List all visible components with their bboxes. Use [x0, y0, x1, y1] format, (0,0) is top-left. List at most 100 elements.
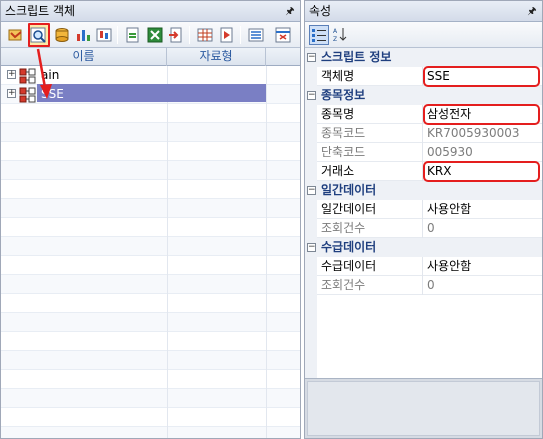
- highlight-box: [423, 104, 540, 125]
- collapse-icon[interactable]: −: [307, 91, 316, 100]
- tree-item-main[interactable]: + ain: [1, 66, 167, 85]
- property-divider: [422, 200, 423, 219]
- grid-row: [1, 427, 300, 438]
- grid-row: [1, 351, 300, 370]
- tree-item-sse[interactable]: + SSE: [1, 85, 267, 104]
- collapse-icon[interactable]: −: [307, 53, 316, 62]
- grid-row: [1, 389, 300, 408]
- grid-row: [1, 313, 300, 332]
- grid-row: [1, 275, 300, 294]
- highlight-box: [423, 161, 540, 182]
- property-supply-data[interactable]: 수급데이터 사용안함: [317, 257, 542, 276]
- table-icon[interactable]: [273, 25, 293, 45]
- script-object-panel-title: 스크립트 객체 🖈: [1, 1, 300, 22]
- property-name: 거래소: [321, 164, 355, 178]
- grid-row: [1, 104, 300, 123]
- grid-header: 이름 자료형: [1, 48, 300, 66]
- property-divider: [422, 143, 423, 162]
- column-divider: [266, 66, 267, 438]
- property-daily-query-count[interactable]: 조회건수 0: [317, 219, 542, 238]
- run-icon[interactable]: [217, 25, 237, 45]
- add-script-icon[interactable]: [123, 25, 143, 45]
- property-description-area: [305, 378, 542, 438]
- toolbar-separator: [189, 26, 190, 44]
- property-value: KR7005930003: [427, 126, 520, 140]
- grid-row: [1, 370, 300, 389]
- property-supply-query-count[interactable]: 조회건수 0: [317, 276, 542, 295]
- pin-icon[interactable]: 🖈: [284, 1, 296, 22]
- property-value[interactable]: 사용안함: [427, 200, 471, 219]
- script-tree-icon: [19, 68, 36, 84]
- grid-row: [1, 237, 300, 256]
- alphabetical-view-icon: A Z: [333, 28, 347, 43]
- category-label: 수급데이터: [321, 240, 377, 254]
- grid-row: [1, 180, 300, 199]
- collapse-icon[interactable]: −: [307, 243, 316, 252]
- column-header-type[interactable]: 자료형: [167, 48, 266, 66]
- category-daily-data[interactable]: − 일간데이터: [305, 181, 542, 200]
- property-name: 수급데이터: [321, 259, 377, 273]
- property-value: 005930: [427, 145, 473, 159]
- column-divider: [167, 66, 168, 438]
- pin-icon[interactable]: 🖈: [526, 1, 538, 22]
- svg-text:A: A: [333, 28, 338, 35]
- property-name: 조회건수: [321, 221, 366, 235]
- categorized-view-button[interactable]: [309, 25, 329, 45]
- open-icon[interactable]: [6, 25, 26, 45]
- properties-toolbar: A Z: [305, 22, 542, 48]
- grid-row: [1, 256, 300, 275]
- magnifier-icon: [30, 27, 46, 43]
- property-short-code[interactable]: 단축코드 005930: [317, 143, 542, 162]
- toolbar-separator: [117, 26, 118, 44]
- property-name: 조회건수: [321, 278, 366, 292]
- grid-row: [1, 294, 300, 313]
- category-label: 스크립트 정보: [321, 50, 392, 64]
- category-stock-info[interactable]: − 종목정보: [305, 86, 542, 105]
- property-value[interactable]: 사용안함: [427, 257, 471, 276]
- script-object-toolbar: [1, 22, 300, 48]
- property-name: 종목명: [321, 107, 355, 121]
- find-object-button[interactable]: [28, 23, 50, 47]
- property-daily-data[interactable]: 일간데이터 사용안함: [317, 200, 542, 219]
- column-header-empty: [266, 48, 300, 66]
- property-divider: [422, 257, 423, 276]
- property-divider: [422, 276, 423, 295]
- properties-panel: 속성 🖈 A Z − 스크립트 정보 객체명 SSE − 종목정보 종목명 삼성…: [304, 0, 543, 439]
- export-icon[interactable]: [166, 25, 186, 45]
- grid-row: [1, 142, 300, 161]
- property-name: 단축코드: [321, 145, 366, 159]
- highlight-box: [423, 66, 540, 87]
- chart-icon[interactable]: [73, 25, 93, 45]
- alphabetical-view-button[interactable]: A Z: [331, 25, 351, 45]
- grid-row: [1, 332, 300, 351]
- grid-icon[interactable]: [195, 25, 215, 45]
- property-divider: [422, 124, 423, 143]
- property-value: 0: [427, 278, 435, 292]
- tree-item-label: ain: [41, 68, 60, 82]
- category-label: 일간데이터: [321, 183, 377, 197]
- grid-row: [1, 218, 300, 237]
- grid-row: [1, 408, 300, 427]
- category-supply-data[interactable]: − 수급데이터: [305, 238, 542, 257]
- script-object-panel: 스크립트 객체 🖈 이름 자료형 + ain + SSE: [0, 0, 301, 439]
- property-stock-code[interactable]: 종목코드 KR7005930003: [317, 124, 542, 143]
- svg-text:Z: Z: [333, 36, 337, 42]
- column-header-name[interactable]: 이름: [1, 48, 167, 66]
- property-divider: [422, 219, 423, 238]
- category-script-info[interactable]: − 스크립트 정보: [305, 48, 542, 67]
- excel-icon[interactable]: [145, 25, 165, 45]
- candle-icon[interactable]: [94, 25, 114, 45]
- collapse-icon[interactable]: −: [307, 186, 316, 195]
- toolbar-separator: [240, 26, 241, 44]
- property-grid: − 스크립트 정보 객체명 SSE − 종목정보 종목명 삼성전자 종목코드 K…: [305, 48, 542, 378]
- expand-icon[interactable]: +: [7, 70, 16, 79]
- list-icon[interactable]: [246, 25, 266, 45]
- property-name: 일간데이터: [321, 202, 377, 216]
- expand-icon[interactable]: +: [7, 89, 16, 98]
- tree-item-label: SSE: [41, 87, 64, 101]
- database-icon[interactable]: [52, 25, 72, 45]
- categorized-view-icon: [312, 29, 326, 42]
- property-name: 종목코드: [321, 126, 366, 140]
- panel-title-text: 스크립트 객체: [5, 4, 76, 18]
- grid-row: [1, 161, 300, 180]
